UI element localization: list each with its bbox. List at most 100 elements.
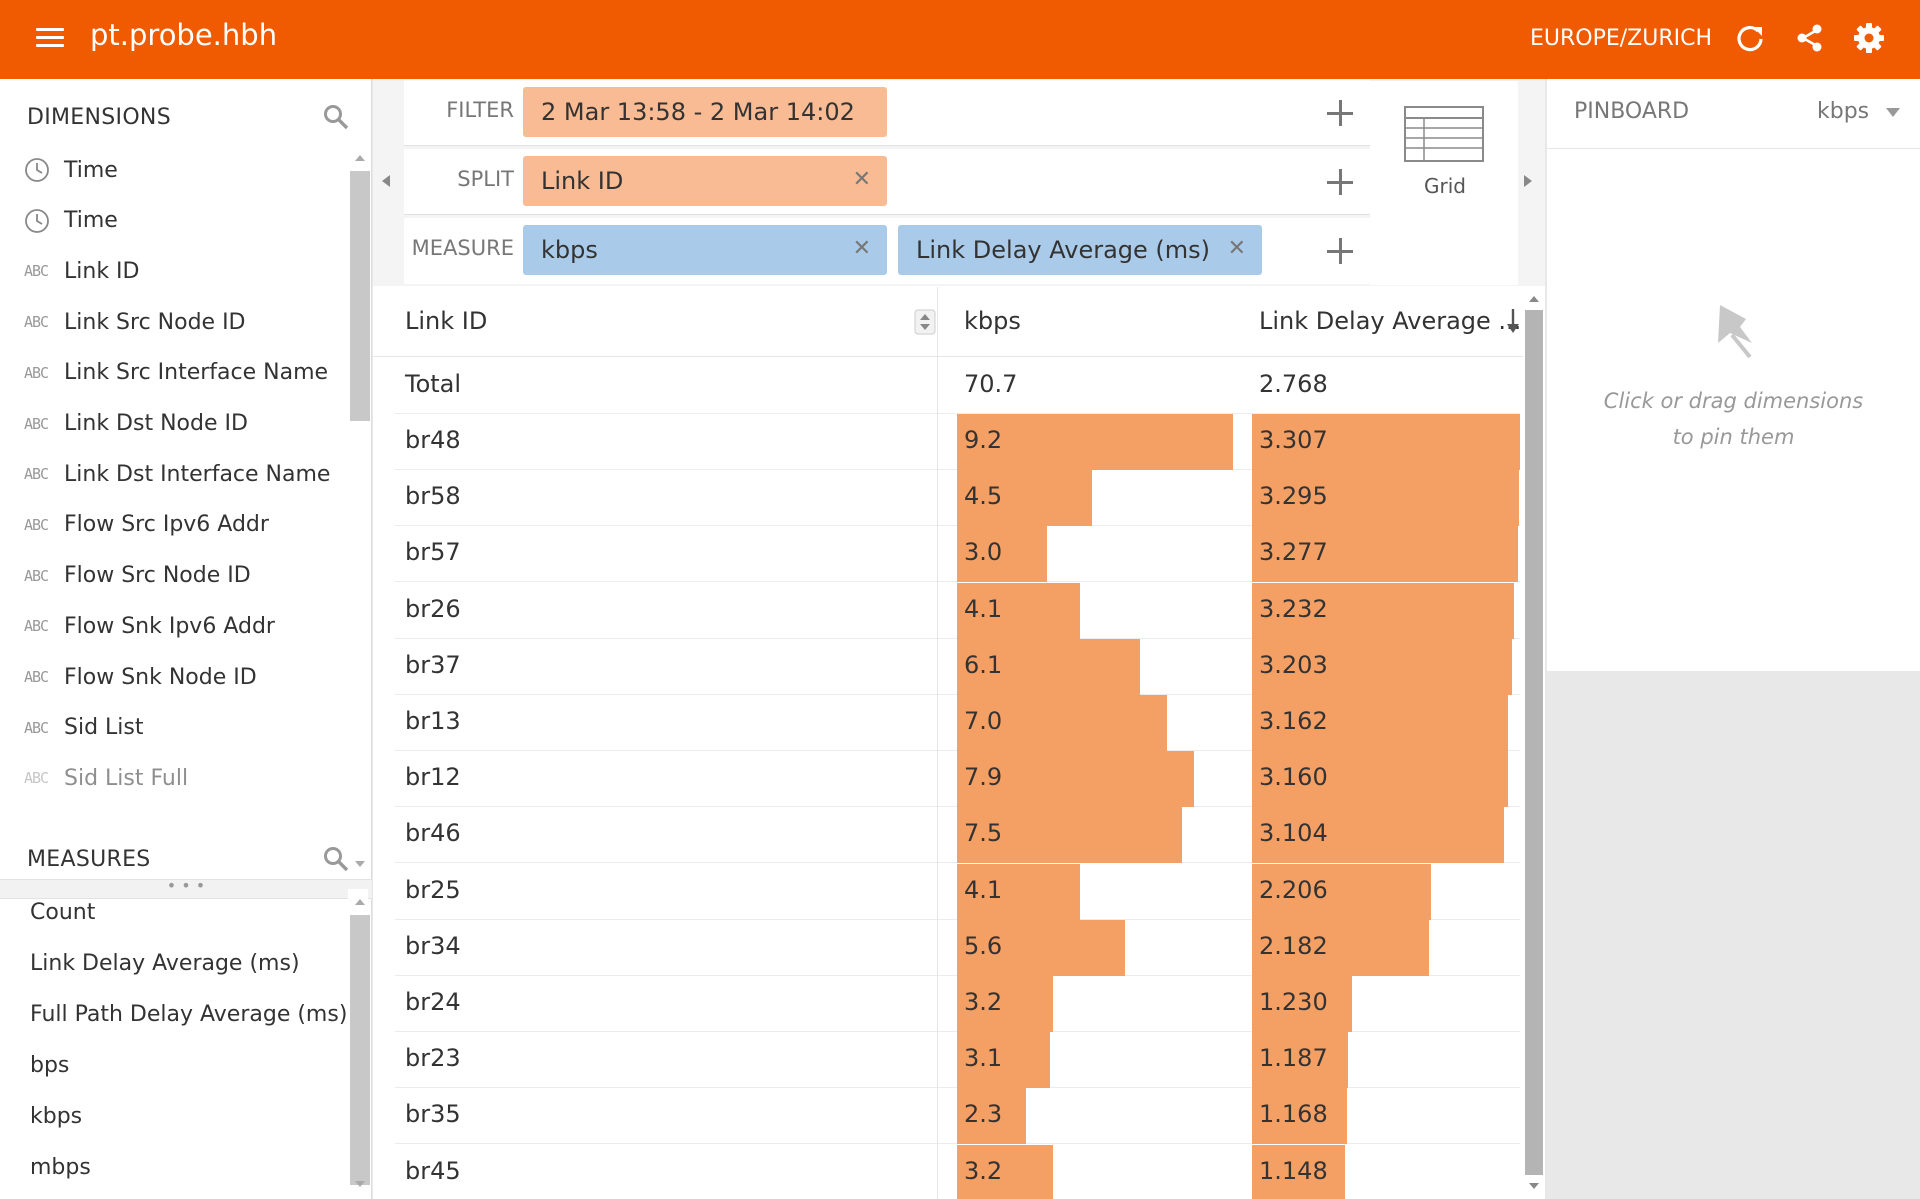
search-icon[interactable] [322, 103, 350, 131]
dimension-label: Link Dst Node ID [64, 411, 248, 436]
left-panel: DIMENSIONS Time Time ABC Link ID ABC Link Src… [0, 79, 372, 1199]
measures-scroll-thumb[interactable] [350, 915, 370, 1185]
dimension-item[interactable]: ABC Sid List [24, 708, 144, 748]
remove-measure-close-icon[interactable]: ✕ [1228, 236, 1246, 261]
dimension-item[interactable]: ABC Link ID [24, 251, 139, 291]
measure-item[interactable]: mbps [30, 1147, 91, 1187]
scroll-up-icon[interactable] [355, 155, 365, 161]
dimension-label: Flow Snk Ipv6 Addr [64, 613, 275, 639]
abc-icon: ABC [24, 465, 49, 484]
link-id-cell: br48 [405, 426, 461, 454]
table-row[interactable]: br46 7.5 3.104 [395, 807, 1520, 864]
split-label: SPLIT [457, 167, 514, 191]
header-kbps[interactable]: kbps [964, 307, 1021, 335]
dimension-item[interactable]: Time [24, 201, 118, 241]
settings-gear-icon[interactable] [1853, 22, 1885, 54]
table-row[interactable]: br26 4.1 3.232 [395, 582, 1520, 639]
scroll-down-icon[interactable] [355, 861, 365, 867]
scroll-up-icon[interactable] [1529, 296, 1539, 302]
total-kbps: 70.7 [964, 370, 1018, 398]
header-link-delay[interactable]: Link Delay Average ... [1259, 307, 1521, 335]
delay-value: 3.307 [1259, 426, 1328, 454]
remove-split-close-icon[interactable]: ✕ [853, 167, 871, 192]
pinboard-hint-line1: Click or drag dimensions [1603, 389, 1864, 413]
abc-icon: ABC [24, 363, 49, 382]
abc-icon: ABC [24, 617, 49, 636]
dimension-item[interactable]: ABC Flow Snk Ipv6 Addr [24, 606, 275, 646]
abc-icon: ABC [24, 414, 49, 433]
dimension-item[interactable]: ABC Flow Snk Node ID [24, 657, 257, 697]
add-split-plus-icon[interactable] [1327, 169, 1353, 195]
measure-item[interactable]: Count [30, 892, 95, 932]
kbps-value: 4.1 [964, 594, 1003, 623]
measure-link-delay-pill[interactable]: Link Delay Average (ms) ✕ [898, 225, 1262, 275]
total-row[interactable]: Total 70.7 2.768 [395, 358, 1520, 414]
scroll-down-icon[interactable] [1529, 1183, 1539, 1189]
table-scroll-thumb[interactable] [1525, 310, 1543, 1175]
scroll-down-icon[interactable] [355, 1181, 365, 1187]
grid-table-icon[interactable] [1404, 106, 1484, 162]
measure-item[interactable]: bps [30, 1045, 69, 1085]
split-link-id-pill[interactable]: Link ID ✕ [523, 156, 887, 206]
header-link-id[interactable]: Link ID [405, 307, 487, 335]
table-row[interactable]: br25 4.1 2.206 [395, 863, 1520, 920]
split-row: SPLIT Link ID ✕ [404, 149, 1370, 215]
table-row[interactable]: br57 3.0 3.277 [395, 526, 1520, 583]
scroll-up-icon[interactable] [355, 899, 365, 905]
measure-row: MEASURE kbps ✕ Link Delay Average (ms) ✕ [404, 218, 1370, 284]
visualization-label: Grid [1424, 174, 1466, 198]
sort-updown-icon[interactable] [914, 309, 936, 335]
add-measure-plus-icon[interactable] [1327, 238, 1353, 264]
pinboard-header: PINBOARD kbps [1547, 79, 1920, 149]
column-divider [937, 287, 938, 1199]
table-row[interactable]: br48 9.2 3.307 [395, 414, 1520, 470]
menu-icon[interactable] [36, 28, 64, 48]
table-row[interactable]: br58 4.5 3.295 [395, 470, 1520, 527]
dimension-item[interactable]: ABC Link Dst Node ID [24, 404, 248, 444]
kbps-value: 3.2 [964, 1156, 1003, 1185]
dimension-item[interactable]: ABC Flow Src Node ID [24, 556, 251, 596]
timezone-selector[interactable]: EUROPE/ZURICH [1530, 26, 1712, 51]
abc-icon: ABC [24, 262, 49, 281]
dimension-item[interactable]: ABC Link Dst Interface Name [24, 454, 330, 494]
dimension-item[interactable]: ABC Flow Src Ipv6 Addr [24, 505, 269, 545]
search-icon[interactable] [322, 845, 350, 873]
pinboard-panel: PINBOARD kbps Click or drag dimensions t… [1547, 79, 1920, 671]
table-row[interactable]: br13 7.0 3.162 [395, 695, 1520, 751]
dimension-label: Time [64, 208, 118, 234]
cube-title[interactable]: pt.probe.hbh [90, 18, 277, 52]
remove-measure-close-icon[interactable]: ✕ [853, 236, 871, 261]
measure-kbps-pill[interactable]: kbps ✕ [523, 225, 887, 275]
table-row[interactable]: br34 5.6 2.182 [395, 919, 1520, 976]
measure-item[interactable]: Link Delay Average (ms) [30, 943, 300, 983]
measure-item[interactable]: kbps [30, 1096, 82, 1136]
sort-desc-arrow-icon[interactable] [1505, 307, 1521, 335]
dimension-item[interactable]: ABC Link Src Node ID [24, 302, 246, 342]
share-icon[interactable] [1794, 22, 1826, 54]
total-delay: 2.768 [1259, 370, 1328, 398]
kbps-value: 7.9 [964, 763, 1003, 792]
table-row[interactable]: br37 6.1 3.203 [395, 638, 1520, 695]
dimension-label: Link Dst Interface Name [64, 461, 331, 487]
filter-time-pill[interactable]: 2 Mar 13:58 - 2 Mar 14:02 [523, 87, 887, 137]
table-row[interactable]: br12 7.9 3.160 [395, 751, 1520, 808]
refresh-icon[interactable] [1734, 22, 1766, 54]
link-id-cell: br46 [405, 819, 461, 848]
link-id-cell: br25 [405, 875, 461, 904]
pinboard-measure-select[interactable]: kbps [1817, 99, 1901, 124]
filter-pill-text: 2 Mar 13:58 - 2 Mar 14:02 [541, 98, 855, 126]
scroll-left-icon[interactable] [382, 175, 390, 187]
table-row[interactable]: br24 3.2 1.230 [395, 976, 1520, 1032]
table-row[interactable]: br35 2.3 1.168 [395, 1088, 1520, 1145]
table-row[interactable]: br23 3.1 1.187 [395, 1032, 1520, 1089]
dimension-item[interactable]: Time [24, 150, 118, 190]
dimension-label: Time [64, 157, 118, 183]
measure-item[interactable]: Full Path Delay Average (ms) [30, 994, 347, 1034]
table-row[interactable]: br45 3.2 1.148 [395, 1144, 1520, 1199]
scroll-right-icon[interactable] [1524, 175, 1532, 187]
dimensions-scroll-thumb[interactable] [350, 171, 370, 421]
delay-value: 3.232 [1259, 594, 1328, 623]
dimension-item[interactable]: ABC Sid List Full [24, 758, 188, 798]
dimension-item[interactable]: ABC Link Src Interface Name [24, 353, 328, 393]
add-filter-plus-icon[interactable] [1327, 100, 1353, 126]
